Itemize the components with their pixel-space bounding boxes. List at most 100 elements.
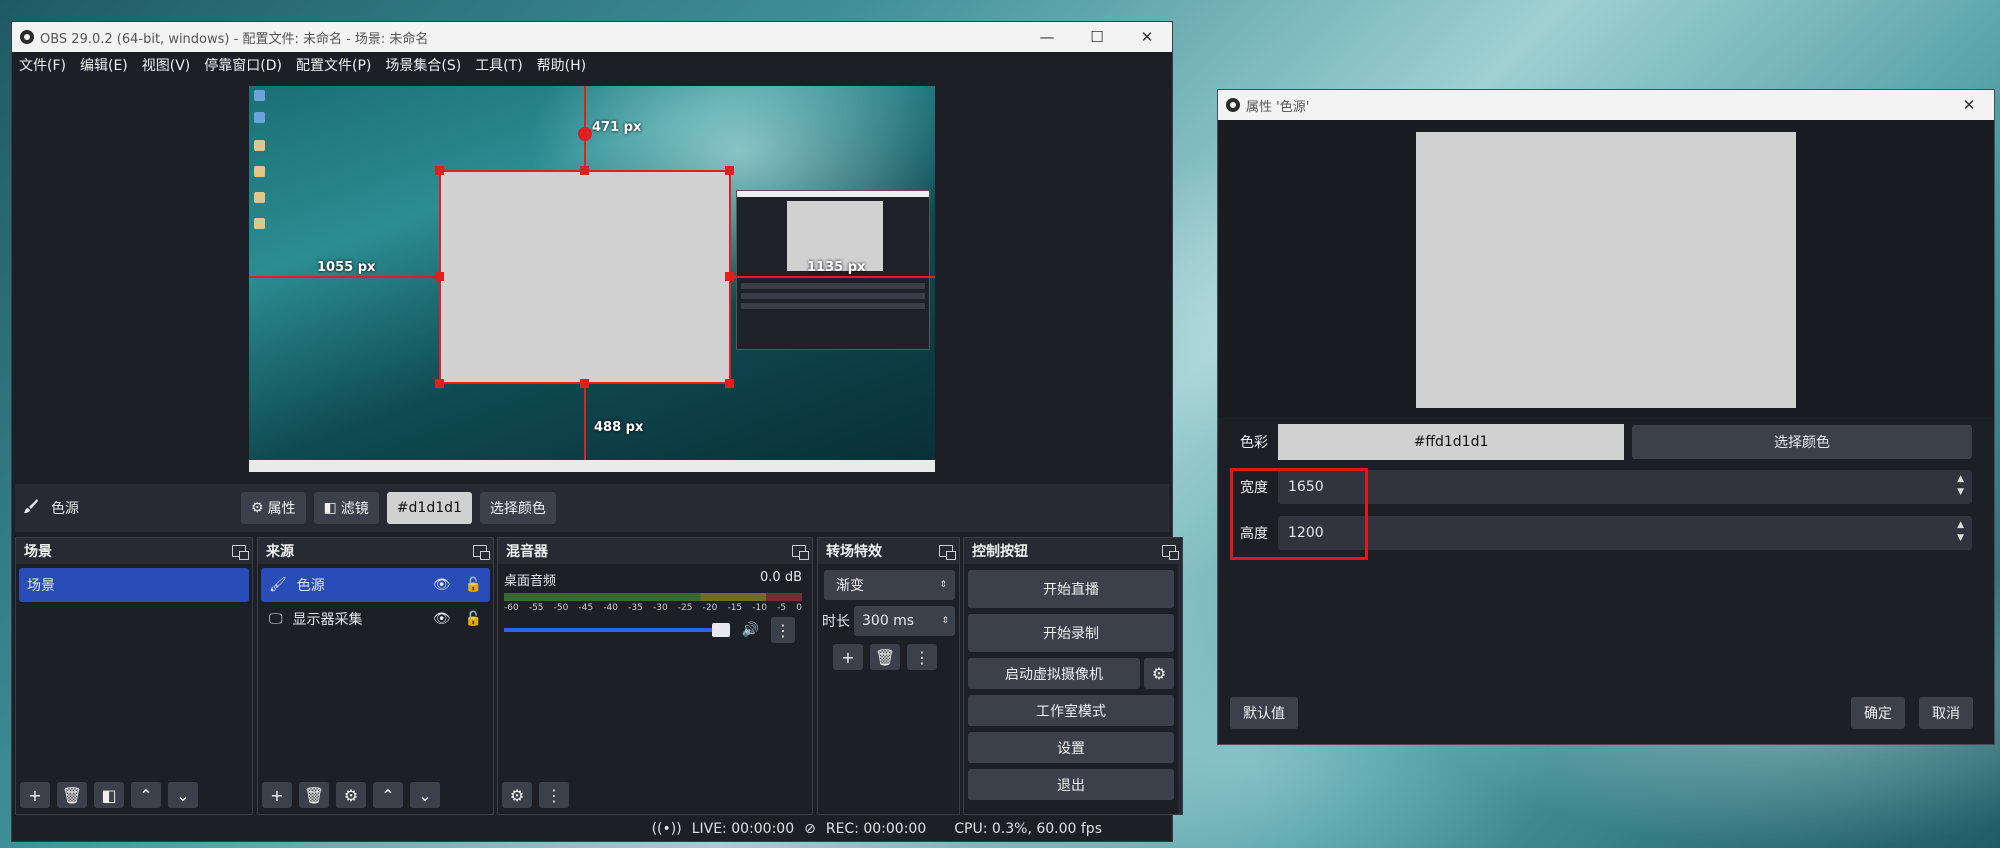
scenes-dock: 场景 场景 + 🗑 ◧ ⌃ ⌄	[15, 537, 253, 815]
lock-icon[interactable]: 🔓	[465, 611, 482, 627]
height-spinbox[interactable]: 1200 ▲ ▼	[1278, 516, 1972, 550]
sources-dock-title: 来源	[266, 544, 294, 560]
obs-logo-icon	[20, 30, 34, 44]
chevron-updown-icon: ⇕	[939, 580, 947, 590]
minimize-button[interactable]: —	[1022, 22, 1072, 52]
studio-mode-button[interactable]: 工作室模式	[968, 695, 1174, 726]
mixer-dock-title: 混音器	[506, 544, 548, 560]
properties-button-label: 属性	[267, 501, 296, 517]
trash-icon[interactable]: 🗑	[870, 644, 900, 670]
menu-view[interactable]: 视图(V)	[142, 55, 191, 75]
properties-button[interactable]: ⚙ 属性	[241, 492, 306, 524]
selected-source-name: 色源	[51, 501, 79, 517]
width-spinbox[interactable]: 1650 ▲ ▼	[1278, 470, 1972, 504]
spin-arrows-icon[interactable]: ▲ ▼	[1957, 473, 1964, 499]
resize-handle[interactable]	[725, 379, 734, 388]
popout-icon[interactable]	[232, 545, 249, 560]
resize-handle[interactable]	[435, 379, 444, 388]
trash-icon[interactable]: 🗑	[299, 782, 329, 808]
meter-scale-tick: -30	[652, 603, 668, 613]
menu-tools[interactable]: 工具(T)	[475, 55, 522, 75]
settings-button[interactable]: 设置	[968, 732, 1174, 763]
duration-field[interactable]: 300 ms ⇕	[854, 606, 955, 636]
resize-handle[interactable]	[580, 166, 589, 175]
start-record-button[interactable]: 开始录制	[968, 614, 1174, 652]
start-stream-button[interactable]: 开始直播	[968, 570, 1174, 608]
menu-scene-collection[interactable]: 场景集合(S)	[385, 55, 461, 75]
gear-icon[interactable]: ⚙	[336, 782, 366, 808]
volume-slider[interactable]	[504, 623, 730, 637]
gear-icon[interactable]: ⚙	[1144, 658, 1174, 689]
dialog-titlebar[interactable]: 属性 '色源' ✕	[1218, 90, 1994, 120]
chevron-down-icon[interactable]: ⌄	[410, 782, 440, 808]
popout-icon[interactable]	[473, 545, 490, 560]
eye-icon[interactable]: 👁	[433, 577, 451, 593]
defaults-button[interactable]: 默认值	[1230, 697, 1298, 729]
menu-edit[interactable]: 编辑(E)	[80, 55, 128, 75]
popout-icon[interactable]	[939, 545, 956, 560]
maximize-button[interactable]: ☐	[1072, 22, 1122, 52]
ok-button[interactable]: 确定	[1851, 697, 1905, 729]
kebab-icon[interactable]: ⋮	[771, 617, 795, 643]
source-item-label: 色源	[296, 578, 325, 594]
rec-status: REC: 00:00:00	[825, 821, 927, 837]
color-value[interactable]: #ffd1d1d1	[1278, 424, 1624, 460]
start-virtual-camera-button[interactable]: 启动虚拟摄像机	[968, 658, 1140, 689]
popout-icon[interactable]	[1162, 545, 1179, 560]
meter-scale-tick: -40	[603, 603, 619, 613]
pick-color-button[interactable]: 选择颜色	[1632, 425, 1972, 459]
trash-icon[interactable]: 🗑	[57, 782, 87, 808]
color-source-selection[interactable]	[439, 170, 731, 384]
gear-icon[interactable]: ⚙	[502, 782, 532, 808]
cancel-button[interactable]: 取消	[1919, 697, 1973, 729]
eye-icon[interactable]: 👁	[433, 611, 451, 627]
preview-canvas[interactable]: 471 px 1055 px 1135 px 488 px	[249, 86, 935, 472]
mixer-level: 0.0 dB	[760, 570, 802, 585]
speaker-icon[interactable]: 🔊	[742, 622, 759, 638]
color-label: 色彩	[1240, 435, 1268, 451]
plus-icon[interactable]: +	[833, 644, 863, 670]
source-item[interactable]: 🖌 色源 👁 🔓	[261, 568, 490, 602]
kebab-icon[interactable]: ⋮	[539, 782, 569, 808]
transition-select[interactable]: 渐变 ⇕	[824, 570, 955, 600]
color-swatch[interactable]: #d1d1d1	[386, 492, 472, 524]
filters-button[interactable]: ◧ 滤镜	[313, 492, 379, 524]
source-item[interactable]: 🖵 显示器采集 👁 🔓	[261, 602, 490, 636]
cpu-status: CPU: 0.3%, 60.00 fps	[954, 821, 1102, 837]
pick-color-button[interactable]: 选择颜色	[479, 492, 556, 524]
kebab-icon[interactable]: ⋮	[907, 644, 937, 670]
resize-handle[interactable]	[725, 272, 734, 281]
resize-handle[interactable]	[580, 379, 589, 388]
meter-scale-tick: -20	[702, 603, 718, 613]
chevron-up-icon[interactable]: ⌃	[131, 782, 161, 808]
chevron-down-icon[interactable]: ⌄	[168, 782, 198, 808]
menu-docks[interactable]: 停靠窗口(D)	[204, 55, 282, 75]
spin-icon[interactable]: ⇕	[941, 616, 949, 626]
close-button[interactable]: ✕	[1122, 22, 1172, 52]
resize-handle[interactable]	[435, 272, 444, 281]
menu-help[interactable]: 帮助(H)	[537, 55, 586, 75]
filter-icon[interactable]: ◧	[94, 782, 124, 808]
exit-button[interactable]: 退出	[968, 769, 1174, 800]
properties-dialog: 属性 '色源' ✕ 色彩 #ffd1d1d1 选择颜色 宽度 1650 ▲ ▼ 高…	[1217, 89, 1995, 745]
popout-icon[interactable]	[792, 545, 809, 560]
chevron-up-icon[interactable]: ⌃	[373, 782, 403, 808]
plus-icon[interactable]: +	[262, 782, 292, 808]
menu-file[interactable]: 文件(F)	[19, 55, 66, 75]
menu-profile[interactable]: 配置文件(P)	[296, 55, 371, 75]
rotation-handle[interactable]	[578, 127, 592, 141]
resize-handle[interactable]	[435, 166, 444, 175]
mixer-track-name: 桌面音频	[504, 574, 557, 589]
main-titlebar[interactable]: OBS 29.0.2 (64-bit, windows) - 配置文件: 未命名…	[12, 22, 1172, 52]
volume-slider-thumb[interactable]	[711, 623, 730, 637]
scene-item[interactable]: 场景	[19, 568, 249, 602]
plus-icon[interactable]: +	[20, 782, 50, 808]
distance-right-label: 1135 px	[807, 260, 866, 275]
resize-handle[interactable]	[725, 166, 734, 175]
dialog-close-button[interactable]: ✕	[1944, 90, 1994, 120]
lock-icon[interactable]: 🔓	[465, 577, 482, 593]
distance-left-label: 1055 px	[317, 260, 376, 275]
desktop-icon	[254, 140, 265, 151]
spin-arrows-icon[interactable]: ▲ ▼	[1957, 519, 1964, 545]
guide-right	[731, 276, 935, 278]
